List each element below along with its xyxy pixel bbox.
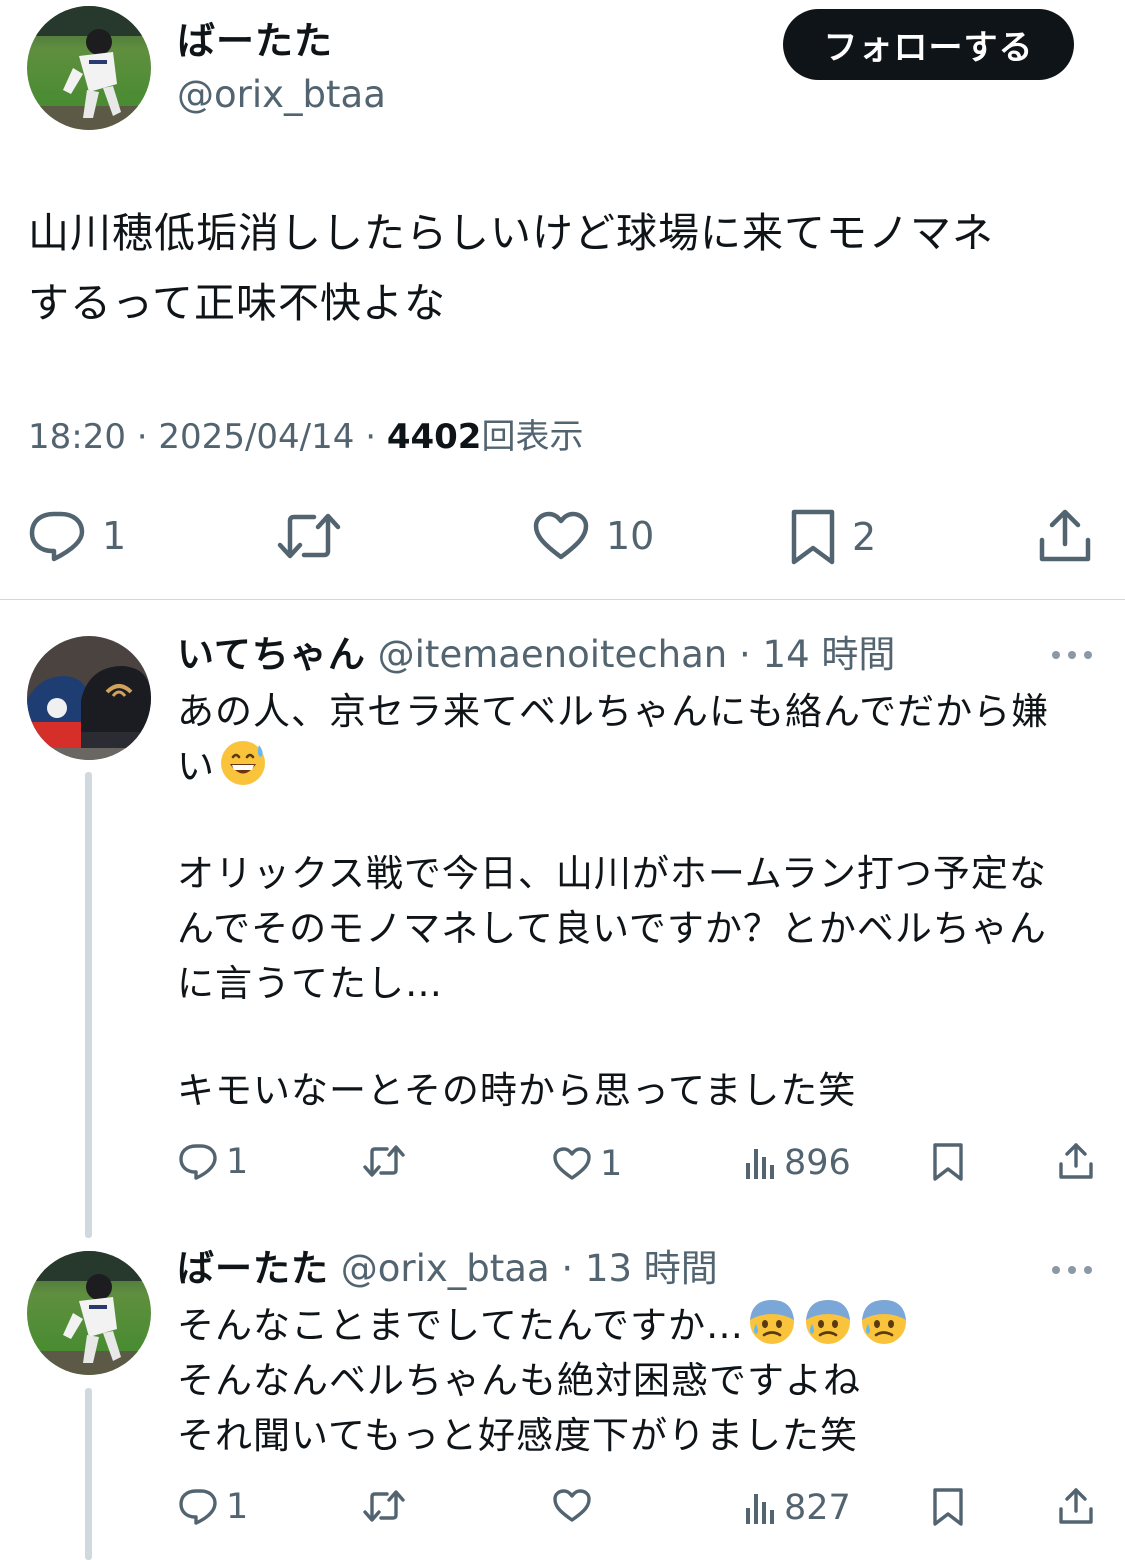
bar-chart-icon [746,1494,774,1524]
like-button[interactable] [552,1489,600,1523]
views-button[interactable]: 896 [744,1143,851,1183]
reply-display-name[interactable]: いてちゃん [177,633,366,676]
reply-time[interactable]: 13 時間 [585,1247,718,1290]
reply-icon [28,510,86,562]
anxious-face-with-sweat-icon [750,1300,795,1344]
views-count: 827 [784,1488,851,1528]
views-button[interactable]: 827 [744,1488,851,1528]
share-icon [1059,1143,1093,1179]
bar-chart-icon [746,1149,774,1179]
reply-handle[interactable]: @itemaenoitechan [378,633,728,676]
share-button[interactable] [1038,508,1092,564]
views-count: 896 [784,1143,851,1183]
reply-text-line: そんなことまでしてたんですか… [177,1298,1092,1353]
retweet-icon [363,1145,405,1177]
reply-count: 1 [226,1142,249,1182]
share-button[interactable] [1058,1487,1094,1525]
bookmark-icon [933,1143,963,1181]
reply-button[interactable]: 1 [178,1142,248,1182]
follow-button[interactable]: フォローする [783,9,1074,80]
anxious-face-with-sweat-icon [862,1300,907,1344]
heart-icon [553,1147,591,1180]
tweet-time[interactable]: 18:20 [28,417,126,457]
meta-separator: · [136,417,148,457]
header-separator: · [561,1247,574,1290]
reply-icon [179,1144,217,1180]
reply-avatar[interactable] [27,636,151,760]
author-handle[interactable]: @orix_btaa [177,72,386,118]
reply-text-line: キモいなーとその時から思ってました笑 [177,1069,857,1112]
reply-count: 1 [226,1487,249,1527]
reply-text-fragment: い [177,745,215,788]
reply-count: 1 [102,514,127,558]
grinning-face-with-sweat-icon [221,741,265,785]
thread-line [85,1388,92,1560]
bookmark-button[interactable]: 2 [790,508,876,566]
like-button[interactable]: 10 [532,511,654,561]
share-button[interactable] [1058,1142,1094,1180]
retweet-button[interactable] [276,511,358,561]
heart-icon [532,511,590,561]
tweet-thread-page: ばーたた @orix_btaa フォローする 山川穂低垢消ししたらしいけど球場に… [0,0,1125,1560]
thread-line [85,772,92,1238]
like-count: 10 [606,514,655,558]
retweet-button[interactable] [362,1144,414,1178]
bookmark-button[interactable] [932,1142,964,1182]
tweet-text-line: するって正味不快よな [28,279,446,327]
reply-display-name[interactable]: ばーたた [177,1247,329,1290]
reply-text-line: い [177,739,1092,794]
views-count: 4402 [386,417,482,457]
tweet-text-line: 山川穂低垢消ししたらしいけど球場に来てモノマネ [28,209,994,257]
reply-text: あの人、京セラ来てベルちゃんにも絡んでだから嫌 い オリックス戦で今日、山川がホ… [177,684,1092,1118]
like-button[interactable]: 1 [552,1144,622,1184]
more-icon[interactable] [1050,648,1094,662]
bookmark-count: 2 [852,515,877,559]
retweet-button[interactable] [362,1489,414,1523]
bookmark-icon [790,508,836,566]
reply-icon [179,1489,217,1525]
section-divider [0,599,1125,600]
author-avatar[interactable] [27,6,151,130]
reply-header: ばーたた @orix_btaa · 13 時間 [177,1246,718,1292]
reply-text-line: に言うてたし… [177,962,443,1005]
reply-button[interactable]: 1 [28,510,126,562]
header-separator: · [739,633,751,676]
reply-text-line: それ聞いてもっと好感度下がりました笑 [177,1414,859,1457]
reply-header: いてちゃん @itemaenoitechan · 14 時間 [177,632,895,678]
reply-text-line: あの人、京セラ来てベルちゃんにも絡んでだから嫌 [177,690,1050,733]
reply-avatar[interactable] [27,1251,151,1375]
like-count: 1 [600,1144,623,1184]
share-icon [1059,1488,1093,1524]
bookmark-button[interactable] [932,1487,964,1527]
tweet-date[interactable]: 2025/04/14 [158,417,354,457]
reply-time[interactable]: 14 時間 [763,633,896,676]
reply-button[interactable]: 1 [178,1487,248,1527]
views-label: 回表示 [481,417,584,457]
tweet-meta: 18:20 · 2025/04/14 · 4402回表示 [28,412,583,462]
reply-text-line: んでそのモノマネして良いですか？とかベルちゃん [177,907,1047,950]
meta-separator: · [365,417,377,457]
retweet-icon [276,511,342,561]
more-icon[interactable] [1050,1263,1094,1277]
retweet-icon [363,1490,405,1522]
heart-icon [553,1489,591,1522]
reply-text: そんなことまでしてたんですか… そんなんベルちゃんも絶対困惑ですよね それ聞いて… [177,1298,1092,1463]
anxious-face-with-sweat-icon [806,1300,851,1344]
reply-text-fragment: そんなことまでしてたんですか… [177,1304,745,1347]
bookmark-icon [933,1488,963,1526]
reply-handle[interactable]: @orix_btaa [341,1247,550,1290]
share-icon [1038,508,1092,564]
reply-text-line: オリックス戦で今日、山川がホームラン打つ予定な [177,852,1047,895]
tweet-text: 山川穂低垢消ししたらしいけど球場に来てモノマネ するって正味不快よな [28,198,1088,338]
reply-text-line: そんなんベルちゃんも絶対困惑ですよね [177,1359,861,1402]
author-display-name[interactable]: ばーたた [177,18,333,64]
